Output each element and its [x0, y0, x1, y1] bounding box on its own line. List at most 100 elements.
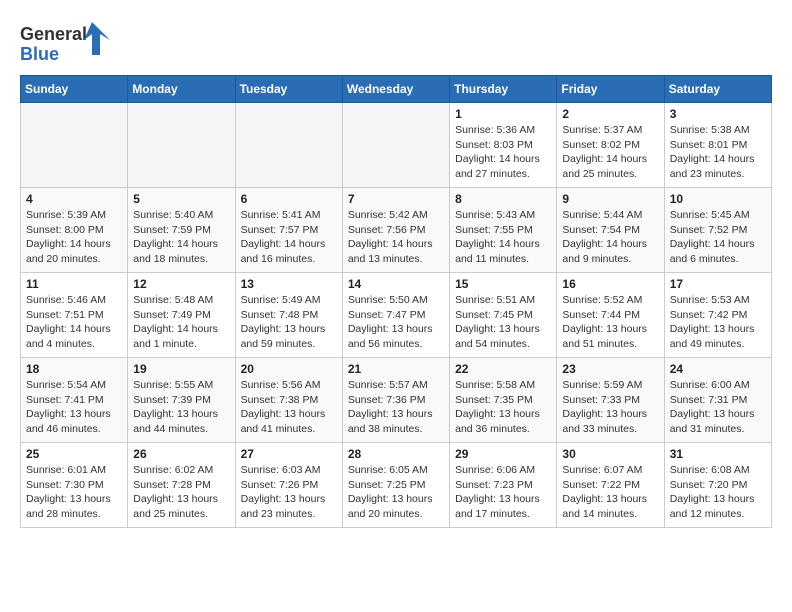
calendar-cell: 15 Sunrise: 5:51 AM Sunset: 7:45 PM Dayli…	[450, 273, 557, 358]
weekday-header: Saturday	[664, 76, 771, 103]
day-info: Sunrise: 5:38 AM Sunset: 8:01 PM Dayligh…	[670, 123, 766, 182]
day-info: Sunrise: 5:51 AM Sunset: 7:45 PM Dayligh…	[455, 293, 551, 352]
calendar-cell: 16 Sunrise: 5:52 AM Sunset: 7:44 PM Dayli…	[557, 273, 664, 358]
day-number: 6	[241, 192, 337, 206]
day-number: 24	[670, 362, 766, 376]
day-info: Sunrise: 6:05 AM Sunset: 7:25 PM Dayligh…	[348, 463, 444, 522]
day-number: 17	[670, 277, 766, 291]
day-number: 10	[670, 192, 766, 206]
calendar-cell: 22 Sunrise: 5:58 AM Sunset: 7:35 PM Dayli…	[450, 358, 557, 443]
svg-text:Blue: Blue	[20, 44, 59, 64]
day-info: Sunrise: 5:58 AM Sunset: 7:35 PM Dayligh…	[455, 378, 551, 437]
calendar-cell: 29Sunrise: 6:06 AM Sunset: 7:23 PM Dayli…	[450, 443, 557, 528]
weekday-header-row: SundayMondayTuesdayWednesdayThursdayFrid…	[21, 76, 772, 103]
day-info: Sunrise: 5:41 AM Sunset: 7:57 PM Dayligh…	[241, 208, 337, 267]
day-info: Sunrise: 5:55 AM Sunset: 7:39 PM Dayligh…	[133, 378, 229, 437]
day-number: 5	[133, 192, 229, 206]
day-info: Sunrise: 5:45 AM Sunset: 7:52 PM Dayligh…	[670, 208, 766, 267]
weekday-header: Friday	[557, 76, 664, 103]
calendar-cell: 17Sunrise: 5:53 AM Sunset: 7:42 PM Dayli…	[664, 273, 771, 358]
day-info: Sunrise: 5:42 AM Sunset: 7:56 PM Dayligh…	[348, 208, 444, 267]
day-number: 15	[455, 277, 551, 291]
day-info: Sunrise: 6:03 AM Sunset: 7:26 PM Dayligh…	[241, 463, 337, 522]
calendar-cell: 18 Sunrise: 5:54 AM Sunset: 7:41 PM Dayli…	[21, 358, 128, 443]
calendar-cell: 8 Sunrise: 5:43 AM Sunset: 7:55 PM Daylig…	[450, 188, 557, 273]
day-number: 9	[562, 192, 658, 206]
day-number: 4	[26, 192, 122, 206]
day-number: 26	[133, 447, 229, 461]
weekday-header: Thursday	[450, 76, 557, 103]
day-info: Sunrise: 5:57 AM Sunset: 7:36 PM Dayligh…	[348, 378, 444, 437]
day-number: 18	[26, 362, 122, 376]
calendar-cell	[128, 103, 235, 188]
weekday-header: Tuesday	[235, 76, 342, 103]
day-info: Sunrise: 5:49 AM Sunset: 7:48 PM Dayligh…	[241, 293, 337, 352]
day-number: 2	[562, 107, 658, 121]
calendar-cell: 6 Sunrise: 5:41 AM Sunset: 7:57 PM Daylig…	[235, 188, 342, 273]
day-number: 12	[133, 277, 229, 291]
day-info: Sunrise: 5:36 AM Sunset: 8:03 PM Dayligh…	[455, 123, 551, 182]
calendar-cell: 1 Sunrise: 5:36 AM Sunset: 8:03 PM Daylig…	[450, 103, 557, 188]
day-number: 20	[241, 362, 337, 376]
day-number: 3	[670, 107, 766, 121]
calendar-cell: 13 Sunrise: 5:49 AM Sunset: 7:48 PM Dayli…	[235, 273, 342, 358]
calendar-cell: 12Sunrise: 5:48 AM Sunset: 7:49 PM Dayli…	[128, 273, 235, 358]
calendar-week-row: 11 Sunrise: 5:46 AM Sunset: 7:51 PM Dayli…	[21, 273, 772, 358]
day-number: 14	[348, 277, 444, 291]
calendar-cell: 10 Sunrise: 5:45 AM Sunset: 7:52 PM Dayli…	[664, 188, 771, 273]
day-info: Sunrise: 5:43 AM Sunset: 7:55 PM Dayligh…	[455, 208, 551, 267]
day-info: Sunrise: 6:07 AM Sunset: 7:22 PM Dayligh…	[562, 463, 658, 522]
calendar-cell: 23 Sunrise: 5:59 AM Sunset: 7:33 PM Dayli…	[557, 358, 664, 443]
day-info: Sunrise: 5:52 AM Sunset: 7:44 PM Dayligh…	[562, 293, 658, 352]
day-info: Sunrise: 6:06 AM Sunset: 7:23 PM Dayligh…	[455, 463, 551, 522]
calendar-cell: 14 Sunrise: 5:50 AM Sunset: 7:47 PM Dayli…	[342, 273, 449, 358]
calendar-cell	[235, 103, 342, 188]
logo-svg: GeneralBlue	[20, 20, 110, 65]
calendar-cell: 24 Sunrise: 6:00 AM Sunset: 7:31 PM Dayli…	[664, 358, 771, 443]
day-number: 27	[241, 447, 337, 461]
day-info: Sunrise: 5:59 AM Sunset: 7:33 PM Dayligh…	[562, 378, 658, 437]
calendar-cell: 25 Sunrise: 6:01 AM Sunset: 7:30 PM Dayli…	[21, 443, 128, 528]
day-number: 7	[348, 192, 444, 206]
calendar-cell	[342, 103, 449, 188]
day-info: Sunrise: 5:50 AM Sunset: 7:47 PM Dayligh…	[348, 293, 444, 352]
day-number: 19	[133, 362, 229, 376]
calendar-week-row: 25 Sunrise: 6:01 AM Sunset: 7:30 PM Dayli…	[21, 443, 772, 528]
day-info: Sunrise: 5:39 AM Sunset: 8:00 PM Dayligh…	[26, 208, 122, 267]
calendar-table: SundayMondayTuesdayWednesdayThursdayFrid…	[20, 75, 772, 528]
calendar-week-row: 4 Sunrise: 5:39 AM Sunset: 8:00 PM Daylig…	[21, 188, 772, 273]
calendar-cell: 4 Sunrise: 5:39 AM Sunset: 8:00 PM Daylig…	[21, 188, 128, 273]
day-info: Sunrise: 5:46 AM Sunset: 7:51 PM Dayligh…	[26, 293, 122, 352]
day-number: 28	[348, 447, 444, 461]
day-info: Sunrise: 5:56 AM Sunset: 7:38 PM Dayligh…	[241, 378, 337, 437]
svg-text:General: General	[20, 24, 87, 44]
day-info: Sunrise: 5:44 AM Sunset: 7:54 PM Dayligh…	[562, 208, 658, 267]
day-number: 8	[455, 192, 551, 206]
day-number: 30	[562, 447, 658, 461]
day-info: Sunrise: 5:37 AM Sunset: 8:02 PM Dayligh…	[562, 123, 658, 182]
calendar-week-row: 1 Sunrise: 5:36 AM Sunset: 8:03 PM Daylig…	[21, 103, 772, 188]
day-number: 16	[562, 277, 658, 291]
calendar-cell	[21, 103, 128, 188]
page-header: GeneralBlue	[20, 20, 772, 65]
calendar-cell: 5Sunrise: 5:40 AM Sunset: 7:59 PM Daylig…	[128, 188, 235, 273]
day-number: 13	[241, 277, 337, 291]
day-number: 23	[562, 362, 658, 376]
day-number: 21	[348, 362, 444, 376]
day-number: 31	[670, 447, 766, 461]
day-number: 25	[26, 447, 122, 461]
day-info: Sunrise: 6:01 AM Sunset: 7:30 PM Dayligh…	[26, 463, 122, 522]
day-info: Sunrise: 6:00 AM Sunset: 7:31 PM Dayligh…	[670, 378, 766, 437]
logo: GeneralBlue	[20, 20, 110, 65]
calendar-cell: 9 Sunrise: 5:44 AM Sunset: 7:54 PM Daylig…	[557, 188, 664, 273]
calendar-cell: 21 Sunrise: 5:57 AM Sunset: 7:36 PM Dayli…	[342, 358, 449, 443]
day-number: 22	[455, 362, 551, 376]
calendar-cell: 20 Sunrise: 5:56 AM Sunset: 7:38 PM Dayli…	[235, 358, 342, 443]
calendar-cell: 28 Sunrise: 6:05 AM Sunset: 7:25 PM Dayli…	[342, 443, 449, 528]
day-number: 11	[26, 277, 122, 291]
day-info: Sunrise: 6:08 AM Sunset: 7:20 PM Dayligh…	[670, 463, 766, 522]
day-number: 1	[455, 107, 551, 121]
weekday-header: Wednesday	[342, 76, 449, 103]
weekday-header: Monday	[128, 76, 235, 103]
day-info: Sunrise: 5:54 AM Sunset: 7:41 PM Dayligh…	[26, 378, 122, 437]
